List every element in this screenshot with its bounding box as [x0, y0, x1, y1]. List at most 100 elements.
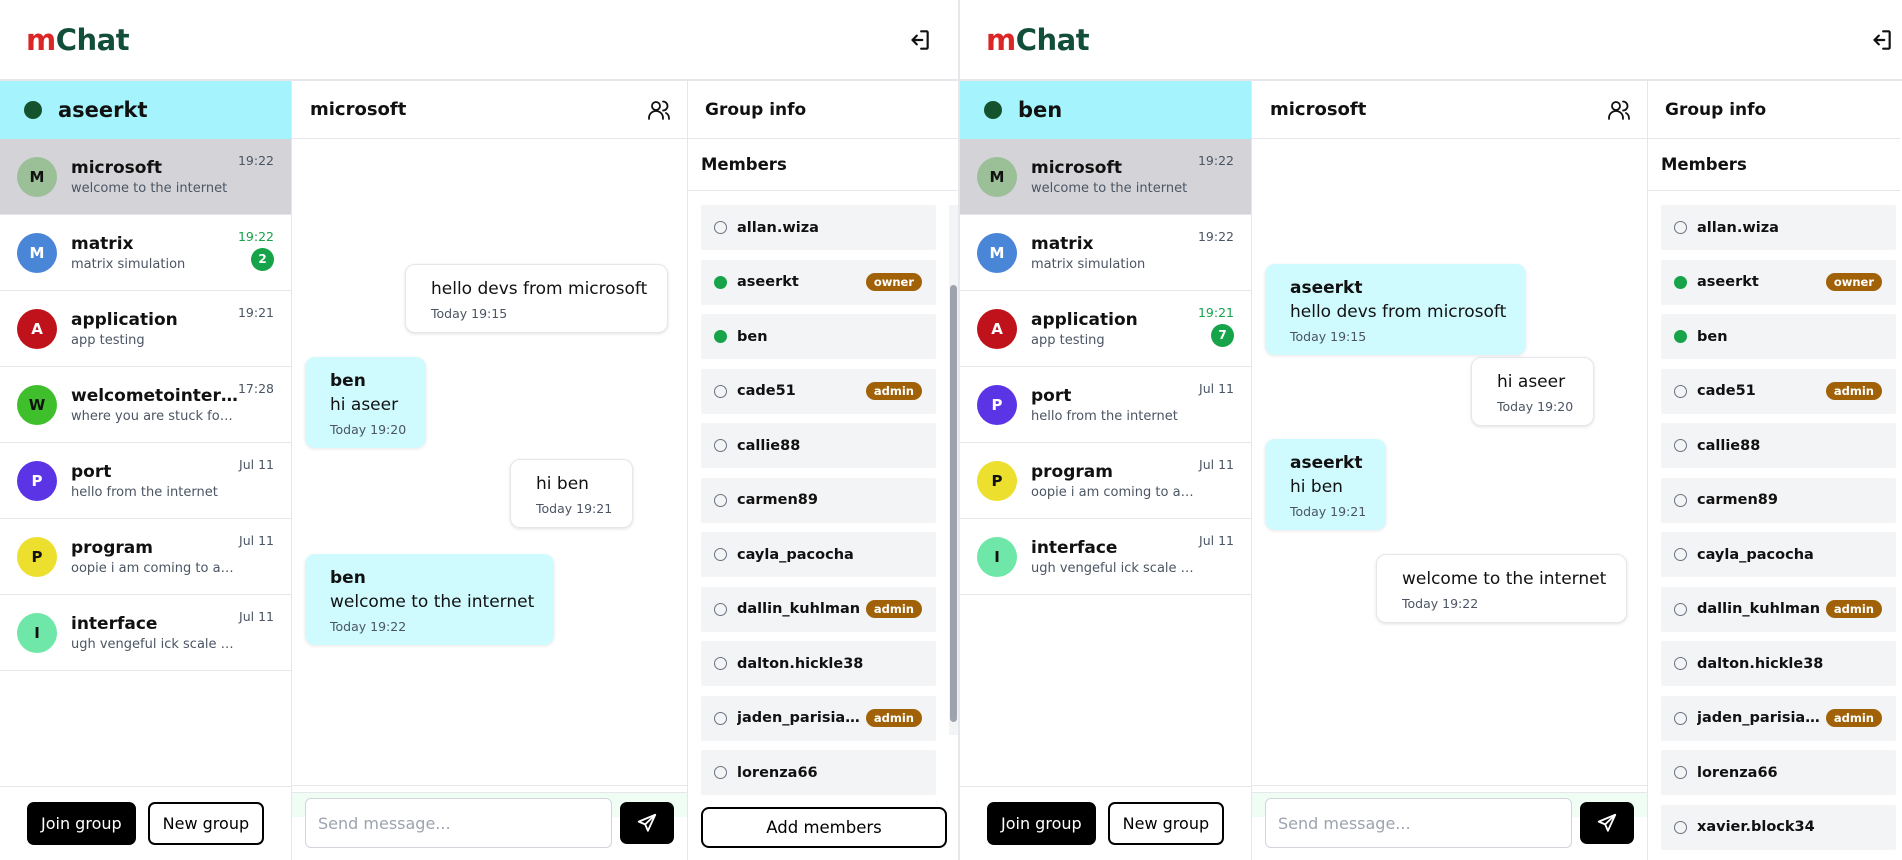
member-name: lorenza66: [1697, 764, 1778, 781]
member-row[interactable]: jaden_parisian-h...admin: [1661, 695, 1896, 741]
chat-list-item[interactable]: Mmicrosoft welcome to the internet 19:22: [960, 139, 1251, 215]
chat-list-item[interactable]: Mmatrix matrix simulation 19:22 2: [0, 215, 291, 291]
add-members-button[interactable]: Add members: [701, 807, 947, 848]
message-bubble: aseerkt hi ben Today 19:21: [1265, 439, 1387, 530]
member-row[interactable]: cade51 admin: [701, 368, 936, 414]
member-row[interactable]: allan.wiza: [701, 205, 936, 250]
group-info-panel: Group info Members allan.wiza aseerkt owne…: [1648, 81, 1900, 860]
chat-name: microsoft: [1031, 157, 1123, 178]
send-icon: [637, 813, 657, 832]
app-header: mChat: [0, 0, 958, 81]
chat-list-item[interactable]: Pport hello from the internet Jul 11: [960, 367, 1251, 443]
member-role-badge: admin: [1825, 382, 1882, 400]
member-status-dot: [1674, 275, 1687, 289]
chat-list-item[interactable]: Mmatrix matrix simulation 19:22: [960, 215, 1251, 291]
member-row[interactable]: ben: [1661, 314, 1896, 359]
member-list-scrollbar[interactable]: [949, 205, 958, 735]
member-row[interactable]: cayla_pacocha: [701, 532, 936, 577]
chat-avatar: M: [17, 156, 57, 197]
chat-list-item[interactable]: Mmicrosoft welcome to the internet 19:22: [0, 139, 291, 215]
new-group-button[interactable]: New group: [1107, 802, 1225, 845]
send-button[interactable]: [1580, 802, 1634, 844]
chat-time: Jul 11: [239, 533, 274, 548]
member-name: cade51: [737, 383, 796, 399]
member-row[interactable]: carmen89: [1661, 477, 1896, 523]
chat-name: program: [1031, 461, 1113, 482]
message-input[interactable]: [305, 798, 612, 848]
member-row[interactable]: aseerkt owner: [1661, 259, 1896, 305]
chat-last-message: where you are stuck forever: [71, 408, 235, 424]
message-text: hello devs from microsoft: [431, 279, 648, 299]
join-group-button[interactable]: Join group: [987, 802, 1096, 845]
logout-icon[interactable]: [1868, 27, 1894, 53]
chat-meta: 19:22: [1198, 229, 1234, 244]
chat-list-item[interactable]: Pport hello from the internet Jul 11: [0, 443, 291, 519]
join-group-button[interactable]: Join group: [27, 802, 136, 845]
chat-avatar: M: [977, 156, 1017, 197]
app-logo[interactable]: mChat: [26, 23, 130, 57]
member-name: jaden_parisian-h...: [1697, 710, 1829, 726]
chat-list-item[interactable]: Aapplication app testing 19:21: [0, 291, 291, 367]
chat-meta: Jul 11: [1199, 457, 1234, 472]
chat-list-item[interactable]: Pprogram oopie i am coming to appl... Jul …: [960, 443, 1251, 519]
app-logo[interactable]: mChat: [986, 22, 1090, 57]
member-row[interactable]: callie88: [701, 423, 936, 468]
member-row[interactable]: allan.wiza: [1661, 205, 1896, 250]
member-row[interactable]: cade51 admin: [1661, 368, 1896, 414]
chat-list-item[interactable]: Iinterface ugh vengeful ick scale coa... J…: [960, 519, 1251, 595]
chat-list-item[interactable]: Aapplication app testing 19:21 7: [960, 291, 1251, 367]
new-group-button[interactable]: New group: [147, 802, 265, 845]
chat-last-message: hello from the internet: [1031, 408, 1178, 424]
member-row[interactable]: dalton.hickle38: [701, 641, 936, 686]
chat-last-message: matrix simulation: [71, 256, 186, 272]
chat-last-message: ugh vengeful ick scale coa...: [71, 636, 235, 652]
chat-time: Jul 11: [1199, 533, 1234, 548]
member-row[interactable]: callie88: [1661, 423, 1896, 468]
logout-icon[interactable]: [906, 27, 932, 53]
chat-list-item[interactable]: Pprogram oopie i am coming to appl... Jul …: [0, 519, 291, 595]
message-text: hello devs from microsoft: [1290, 302, 1507, 322]
chat-meta: 19:21 7: [1198, 305, 1234, 347]
member-row[interactable]: aseerkt owner: [701, 259, 936, 305]
member-row[interactable]: lorenza66: [1661, 750, 1896, 795]
member-row[interactable]: dallin_kuhlman admin: [701, 586, 936, 632]
member-status-dot: [1674, 439, 1687, 452]
message-input[interactable]: [1265, 798, 1572, 848]
message-time: Today 19:21: [1290, 504, 1367, 519]
conversation-panel: microsoft hello devs from microsoft Today…: [292, 81, 688, 860]
member-row[interactable]: dalton.hickle38: [1661, 641, 1896, 686]
member-row[interactable]: lorenza66: [701, 750, 936, 795]
member-name: ben: [737, 328, 768, 345]
member-status-dot: [714, 439, 727, 452]
chat-sidebar: ben Mmicrosoft welcome to the internet 19:…: [960, 81, 1252, 860]
chat-list-item[interactable]: Iinterface ugh vengeful ick scale coa... J…: [0, 595, 291, 671]
chat-list-item[interactable]: Wwelcometointernet... where you are stuck…: [0, 367, 291, 443]
chat-name: application: [1031, 309, 1138, 330]
logo-text: Chat: [1015, 22, 1090, 57]
sidebar-footer: Join group New group: [0, 786, 291, 860]
members-icon[interactable]: [647, 98, 671, 122]
message-bubble: ben hi aseer Today 19:20: [305, 357, 427, 448]
member-row[interactable]: ben: [701, 314, 936, 359]
unread-count-badge: 2: [251, 248, 274, 271]
message-text: welcome to the internet: [1402, 569, 1607, 589]
current-user-name: ben: [1018, 98, 1063, 122]
chat-last-message: app testing: [1031, 332, 1105, 348]
chat-time: 19:22: [237, 229, 274, 244]
window-right: mChat ben Mmicrosoft welcome to the inter…: [960, 0, 1902, 860]
member-row[interactable]: carmen89: [701, 477, 936, 523]
chat-name: port: [1031, 385, 1072, 406]
send-button[interactable]: [620, 802, 674, 844]
message-text: hi aseer: [1497, 372, 1566, 392]
scrollbar-thumb[interactable]: [950, 285, 957, 722]
chat-avatar: I: [977, 536, 1017, 577]
member-row[interactable]: jaden_parisian-h...admin: [701, 695, 936, 741]
member-row[interactable]: xavier.block34: [1661, 804, 1896, 850]
members-icon[interactable]: [1607, 98, 1631, 122]
member-row[interactable]: dallin_kuhlman admin: [1661, 586, 1896, 632]
chat-name: matrix: [71, 233, 134, 254]
member-row[interactable]: cayla_pacocha: [1661, 532, 1896, 577]
message-text: hi aseer: [330, 395, 399, 415]
member-name: carmen89: [1697, 492, 1778, 508]
group-info-header: Group info: [1648, 81, 1900, 139]
